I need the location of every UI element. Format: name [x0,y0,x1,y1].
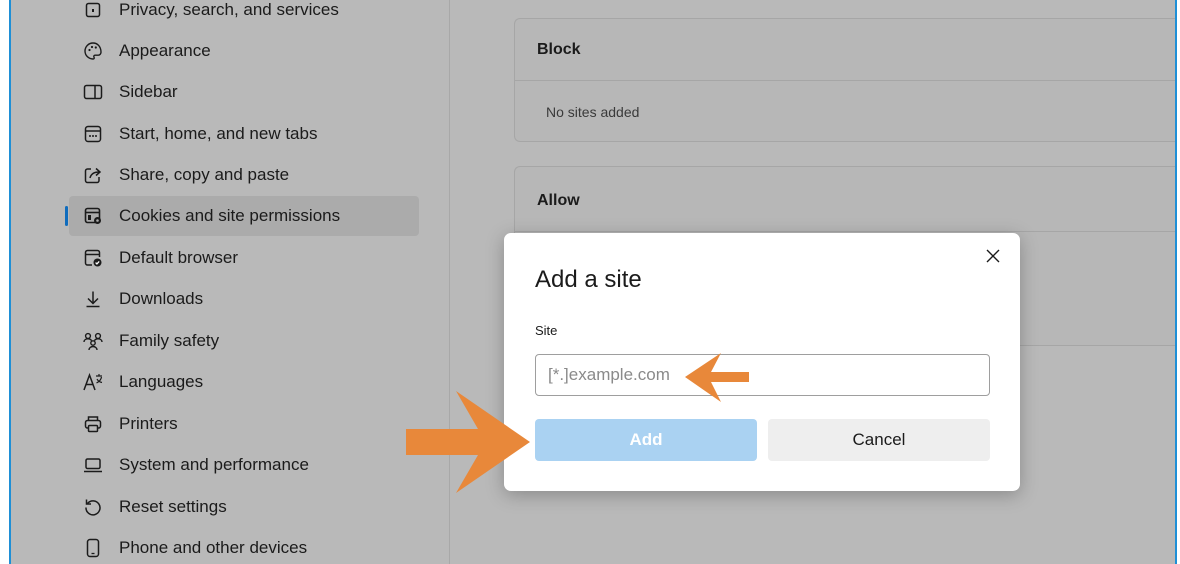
reset-icon [81,495,105,519]
divider [515,80,1175,81]
cancel-button[interactable]: Cancel [768,419,990,461]
sidebar-item-default-browser[interactable]: Default browser [69,238,419,278]
site-input[interactable] [535,354,990,396]
close-icon [986,249,1000,263]
default-browser-icon [81,246,105,270]
sidebar-item-languages[interactable]: Languages [69,362,419,402]
sidebar-item-reset-settings[interactable]: Reset settings [69,487,419,527]
sidebar-item-label: Default browser [119,248,239,267]
annotation-arrow-right-icon [406,391,530,493]
sidebar-item-label: Phone and other devices [119,538,308,557]
block-section: Block No sites added [514,18,1175,142]
sidebar-item-appearance[interactable]: Appearance [69,31,419,71]
sidebar-item-label: Start, home, and new tabs [119,124,318,143]
sidebar-item-label: Family safety [119,331,220,350]
cookie-permissions-icon [81,204,105,228]
add-button[interactable]: Add [535,419,757,461]
palette-icon [81,39,105,63]
allow-title: Allow [537,192,580,209]
site-label: Site [535,323,558,338]
share-icon [81,163,105,187]
sidebar-item-label: Share, copy and paste [119,165,290,184]
block-empty-text: No sites added [546,104,640,120]
add-site-dialog: Add a site Site Add Cancel [504,233,1020,491]
language-icon [81,370,105,394]
sidebar-item-phone-devices[interactable]: Phone and other devices [69,528,419,564]
sidebar-item-downloads[interactable]: Downloads [69,279,419,319]
sidebar-item-label: Appearance [119,41,211,60]
sidebar-icon [81,80,105,104]
active-indicator [65,206,68,226]
sidebar-item-label: Printers [119,414,178,433]
sidebar-item-label: Cookies and site permissions [119,206,341,225]
sidebar-item-label: Downloads [119,289,204,308]
sidebar-item-cookies-site-permissions[interactable]: Cookies and site permissions [65,196,419,236]
sidebar-item-label: System and performance [119,455,309,474]
close-button[interactable] [980,243,1006,269]
printer-icon [81,412,105,436]
phone-icon [81,536,105,560]
dialog-title: Add a site [535,266,642,293]
sidebar-item-system-performance[interactable]: System and performance [69,445,419,485]
lock-icon [81,0,105,22]
sidebar-item-share-copy-paste[interactable]: Share, copy and paste [69,155,419,195]
sidebar-item-label: Sidebar [119,82,178,101]
sidebar-item-family-safety[interactable]: Family safety [69,321,419,361]
home-tab-icon [81,122,105,146]
divider [515,231,1175,232]
sidebar-item-start-home[interactable]: Start, home, and new tabs [69,114,419,154]
annotation-arrow-left-icon [685,353,749,402]
download-icon [81,287,105,311]
settings-sidebar: Privacy, search, and services Appearance… [11,0,450,564]
block-title: Block [537,41,581,58]
sidebar-item-label: Reset settings [119,497,227,516]
sidebar-item-sidebar[interactable]: Sidebar [69,72,419,112]
family-icon [81,329,105,353]
sidebar-item-printers[interactable]: Printers [69,404,419,444]
sidebar-item-label: Languages [119,372,204,391]
laptop-icon [81,453,105,477]
sidebar-item-privacy[interactable]: Privacy, search, and services [69,0,419,30]
sidebar-item-label: Privacy, search, and services [119,0,339,19]
